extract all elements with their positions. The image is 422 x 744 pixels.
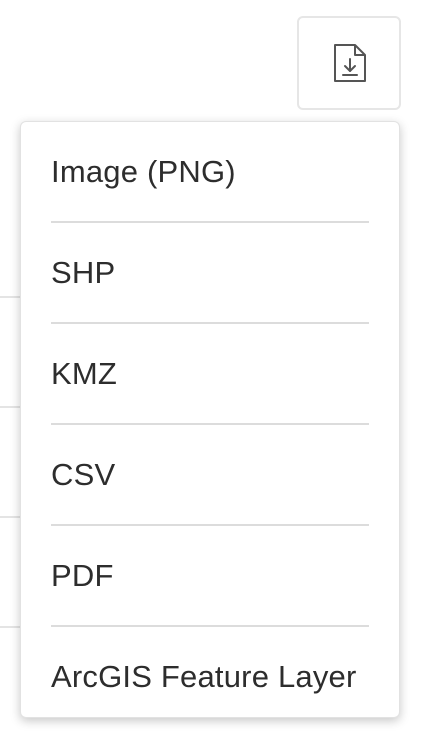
- menu-item-pdf[interactable]: PDF: [51, 526, 369, 627]
- menu-item-arcgis-feature-layer[interactable]: ArcGIS Feature Layer: [51, 627, 369, 727]
- menu-item-label: ArcGIS Feature Layer: [51, 659, 357, 694]
- background-divider: [0, 516, 22, 518]
- menu-item-label: KMZ: [51, 355, 118, 391]
- menu-item-label: Image (PNG): [51, 153, 236, 189]
- menu-item-kmz[interactable]: KMZ: [51, 324, 369, 425]
- menu-item-label: SHP: [51, 254, 116, 290]
- menu-item-csv[interactable]: CSV: [51, 425, 369, 526]
- download-file-icon: [331, 43, 367, 83]
- export-dropdown-menu: Image (PNG) SHP KMZ CSV PDF ArcGIS Featu…: [20, 121, 400, 718]
- menu-item-shp[interactable]: SHP: [51, 223, 369, 324]
- export-page: Image (PNG) SHP KMZ CSV PDF ArcGIS Featu…: [0, 0, 422, 744]
- background-divider: [0, 406, 22, 408]
- menu-item-label: PDF: [51, 557, 114, 593]
- menu-item-label: CSV: [51, 456, 116, 492]
- background-divider: [0, 626, 22, 628]
- download-button[interactable]: [297, 16, 401, 110]
- menu-item-image-png[interactable]: Image (PNG): [51, 122, 369, 223]
- background-divider: [0, 296, 22, 298]
